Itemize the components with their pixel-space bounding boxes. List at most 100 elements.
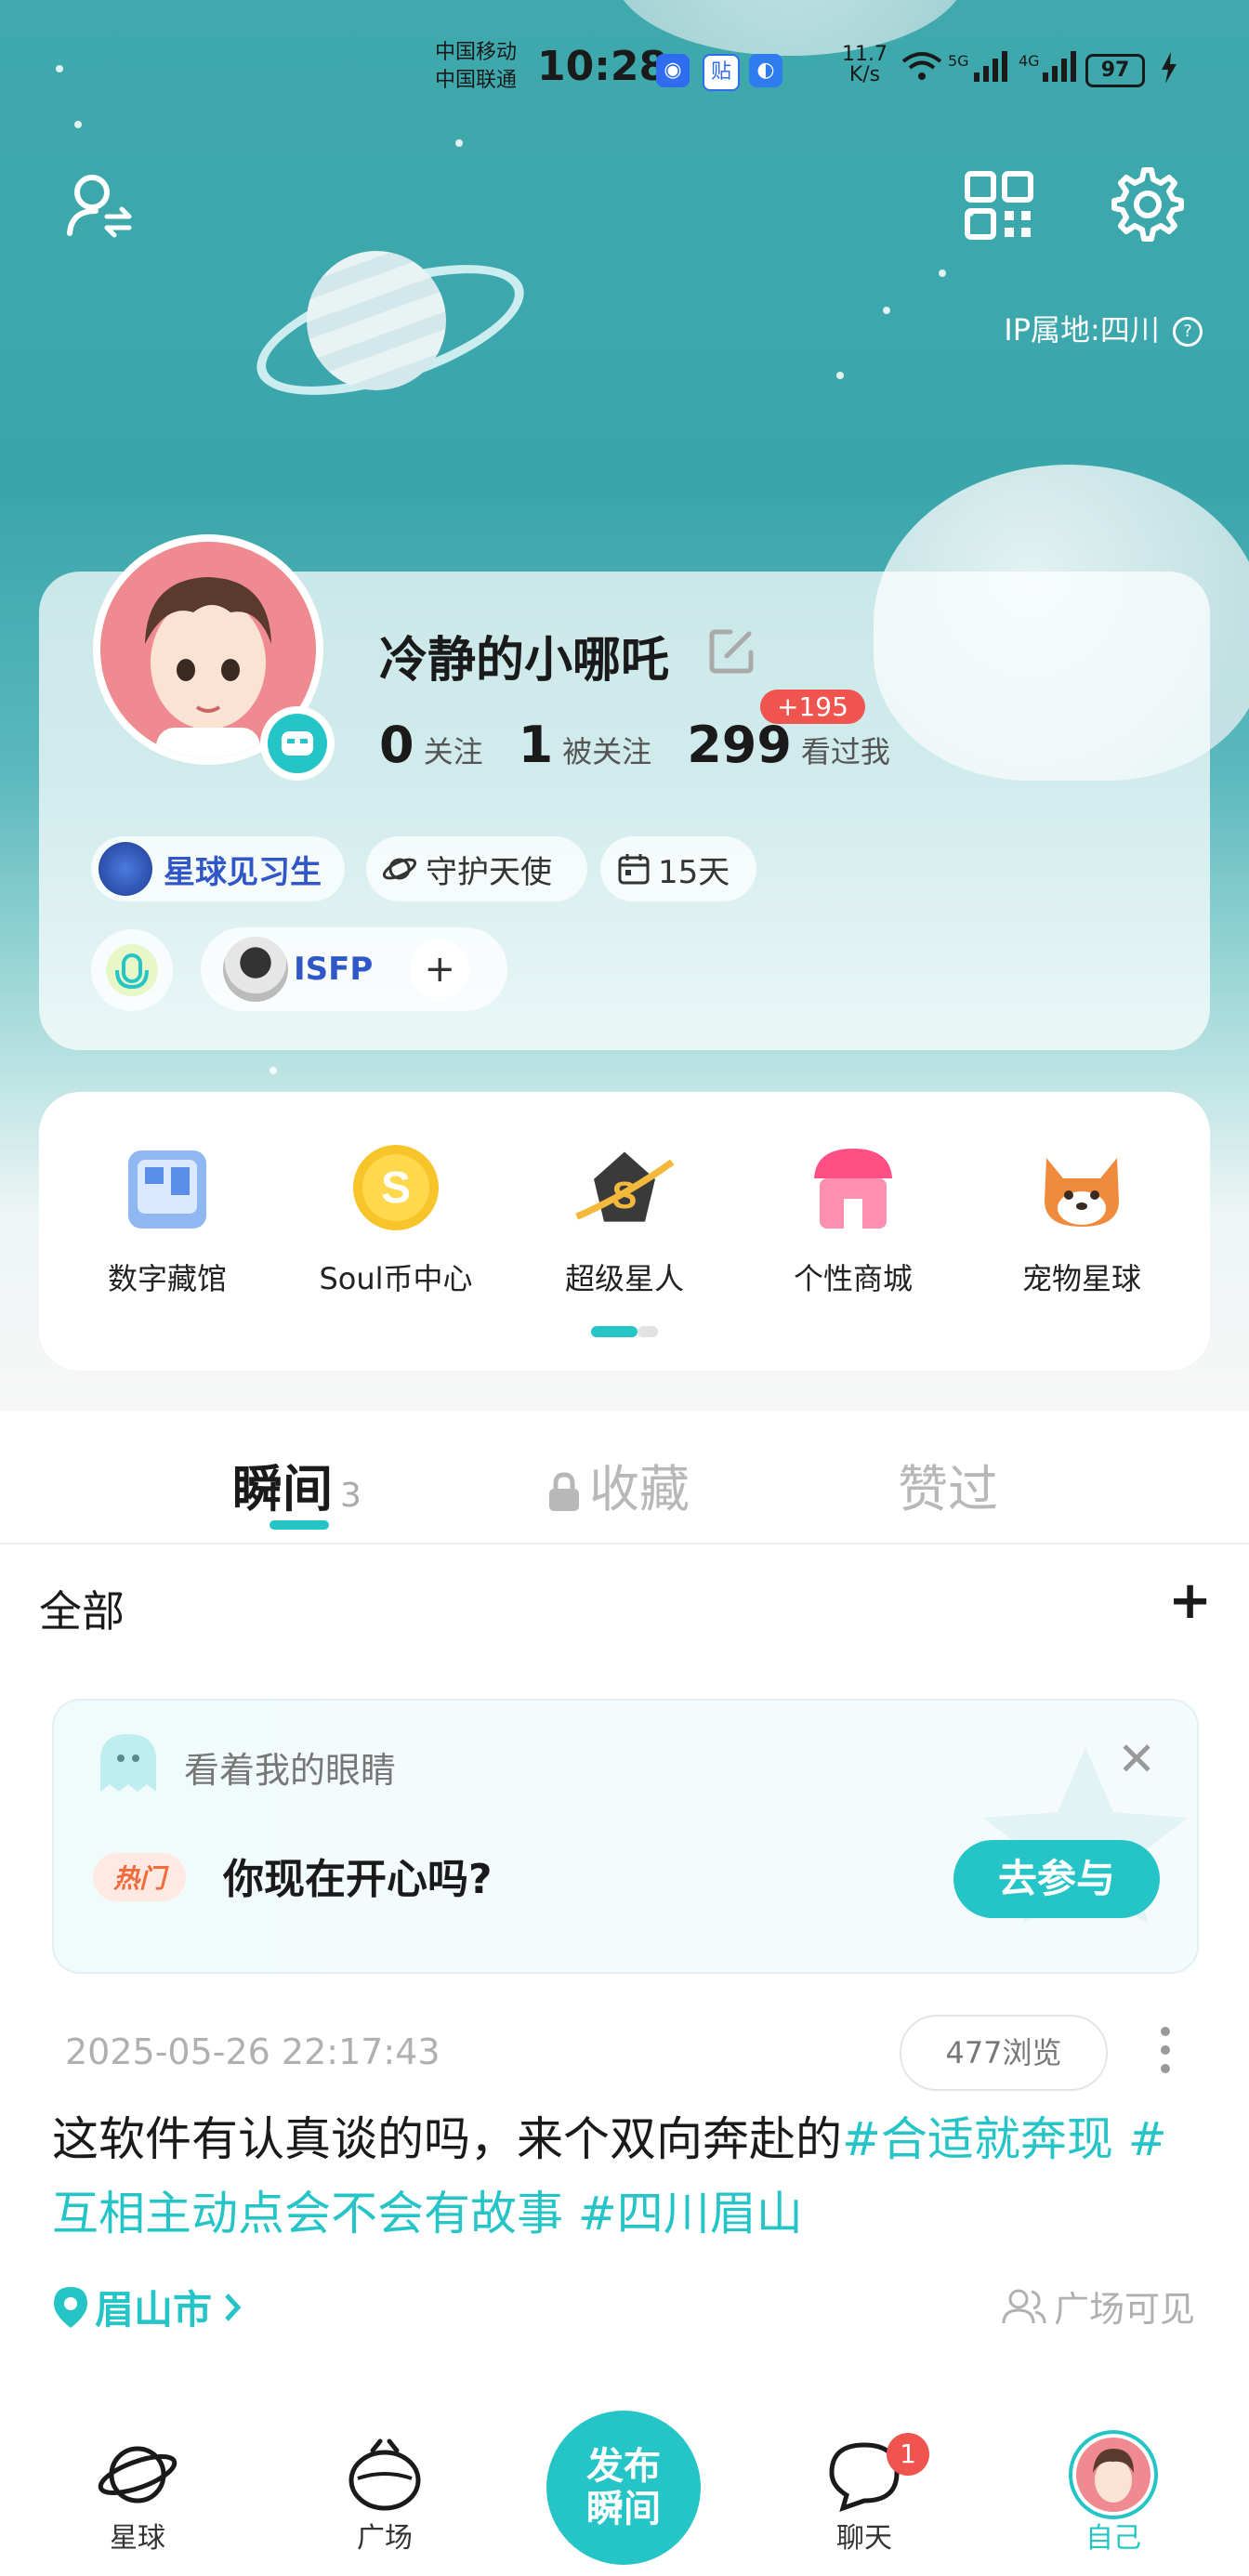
mask-badge-icon: [268, 714, 327, 773]
avatar-badge[interactable]: [260, 706, 335, 781]
join-topic-button[interactable]: 去参与: [953, 1840, 1160, 1918]
star-decoration: [74, 121, 82, 128]
following-label[interactable]: 关注: [424, 729, 483, 771]
topic-card[interactable]: 看着我的眼睛 ✕ 热门 你现在开心吗? 去参与: [52, 1699, 1199, 1974]
star-decoration: [836, 372, 844, 379]
nav-planet[interactable]: 星球: [63, 2435, 212, 2556]
nav-planet-label: 星球: [110, 2522, 165, 2555]
notification-app-icon: ◉: [656, 54, 690, 87]
nav-chat-label: 聊天: [836, 2522, 892, 2555]
followers-count[interactable]: 1: [519, 716, 554, 774]
carrier-2: 中国联通: [435, 69, 518, 92]
net-speed-value: 11.7: [842, 43, 887, 66]
tab-favorites[interactable]: 收藏: [546, 1448, 690, 1521]
switch-account-button[interactable]: [58, 164, 141, 247]
days-badge[interactable]: 15天: [600, 836, 756, 901]
charging-icon: [1160, 52, 1178, 90]
post-hashtag[interactable]: 互相主动点会不会有故事 #四川眉山: [52, 2187, 803, 2241]
planet-outline-icon: [382, 858, 417, 880]
voice-icon: [106, 944, 158, 996]
mbti-label: ISFP: [294, 951, 374, 988]
star-decoration: [455, 139, 463, 147]
following-count[interactable]: 0: [379, 716, 414, 774]
calendar-icon: [618, 854, 650, 885]
followers-label[interactable]: 被关注: [562, 729, 651, 771]
publish-label-1: 发布: [586, 2445, 661, 2488]
close-icon[interactable]: ✕: [1117, 1732, 1156, 1786]
guardian-badge[interactable]: 守护天使: [366, 836, 587, 901]
publish-label-2: 瞬间: [586, 2488, 661, 2530]
carrier-labels: 中国移动 中国联通: [435, 39, 517, 95]
feature-pet-planet[interactable]: 宠物星球: [989, 1137, 1175, 1298]
nav-me[interactable]: 自己: [1039, 2430, 1188, 2556]
square-icon: [310, 2435, 459, 2515]
tab-liked[interactable]: 赞过: [898, 1448, 998, 1521]
feature-label: 宠物星球: [1021, 1261, 1141, 1296]
guardian-badge-label: 守护天使: [426, 853, 552, 891]
notification-app-icon: 贴: [703, 54, 740, 91]
people-icon: [1002, 2289, 1046, 2323]
edit-profile-button[interactable]: [706, 624, 758, 680]
topic-title: 看着我的眼睛: [184, 1750, 397, 1791]
nickname: 冷静的小哪吒: [379, 633, 670, 689]
super-star-icon: S: [573, 1137, 676, 1239]
nav-me-label: 自己: [1085, 2522, 1141, 2555]
topic-question: 你现在开心吗?: [223, 1856, 493, 1903]
post-hashtag[interactable]: #合适就奔现 #: [842, 2112, 1167, 2166]
ip-location[interactable]: IP属地:四川 ?: [1004, 307, 1203, 349]
location-pin-icon: [54, 2286, 87, 2328]
publish-moment-button[interactable]: 发布 瞬间: [546, 2411, 701, 2565]
qr-code-icon: [965, 171, 1033, 240]
active-tab-indicator: [270, 1520, 329, 1530]
star-decoration: [939, 269, 946, 277]
nav-square[interactable]: 广场: [310, 2435, 459, 2556]
add-button[interactable]: +: [1168, 1571, 1212, 1631]
page-indicator: [591, 1326, 658, 1337]
mbti-badge[interactable]: ISFP +: [201, 927, 507, 1011]
feature-label: Soul币中心: [319, 1261, 473, 1296]
signal-5g-label: 5G: [948, 52, 969, 70]
pet-icon: [1031, 1137, 1133, 1239]
level-badge-label: 星球见习生: [164, 853, 322, 891]
planet-level-icon: [99, 842, 152, 896]
chevron-right-icon: [225, 2293, 242, 2321]
visitors-label[interactable]: 看过我: [801, 729, 890, 771]
post-location[interactable]: 眉山市: [52, 2279, 243, 2335]
filter-all[interactable]: 全部: [39, 1578, 125, 1639]
feature-coin-center[interactable]: S Soul币中心: [303, 1137, 489, 1298]
signal-bars-icon: [1041, 50, 1078, 88]
museum-icon: [116, 1137, 218, 1239]
feature-super-star[interactable]: S 超级星人: [532, 1137, 717, 1298]
views-count: 477浏览: [900, 2015, 1108, 2091]
net-speed-unit: K/s: [848, 63, 881, 86]
net-speed: 11.7 K/s: [842, 45, 887, 85]
feature-shop[interactable]: 个性商城: [760, 1137, 946, 1298]
feature-label: 数字藏馆: [107, 1261, 227, 1296]
switch-account-icon: [67, 175, 132, 238]
visitors-count[interactable]: 299: [687, 716, 792, 774]
feature-label: 个性商城: [793, 1261, 913, 1296]
voice-badge[interactable]: [91, 929, 173, 1011]
wifi-icon: [901, 50, 942, 88]
coin-icon: S: [345, 1137, 447, 1239]
astronaut-icon: [223, 937, 288, 1002]
level-badge[interactable]: 星球见习生: [91, 836, 345, 901]
qr-code-button[interactable]: [957, 164, 1041, 247]
post-content[interactable]: 这软件有认真谈的吗，来个双向奔赴的#合适就奔现 # 互相主动点会不会有故事 #四…: [52, 2102, 1214, 2251]
tab-moments-label: 瞬间: [232, 1460, 333, 1518]
post-text: 这软件有认真谈的吗，来个双向奔赴的: [52, 2112, 842, 2166]
nav-avatar: [1039, 2430, 1188, 2519]
feature-digital-museum[interactable]: 数字藏馆: [74, 1137, 260, 1298]
chat-unread-badge: 1: [887, 2433, 929, 2476]
more-options-icon[interactable]: [1160, 2024, 1171, 2076]
bottom-navigation: 星球 广场 发布 瞬间 聊天 1 自己: [0, 2398, 1249, 2576]
status-bar: 中国移动 中国联通 10:28 ◉ 贴 ◐ 11.7 K/s 5G 4G 97: [0, 37, 1249, 102]
visitors-delta-badge: +195: [760, 690, 865, 724]
settings-button[interactable]: [1106, 164, 1190, 247]
nav-square-label: 广场: [357, 2522, 413, 2555]
post-visibility: 广场可见: [1002, 2280, 1195, 2332]
tab-moments[interactable]: 瞬间 3: [232, 1448, 362, 1521]
star-decoration: [270, 1067, 277, 1074]
help-icon: ?: [1173, 317, 1203, 347]
mbti-add-button[interactable]: +: [410, 940, 470, 999]
